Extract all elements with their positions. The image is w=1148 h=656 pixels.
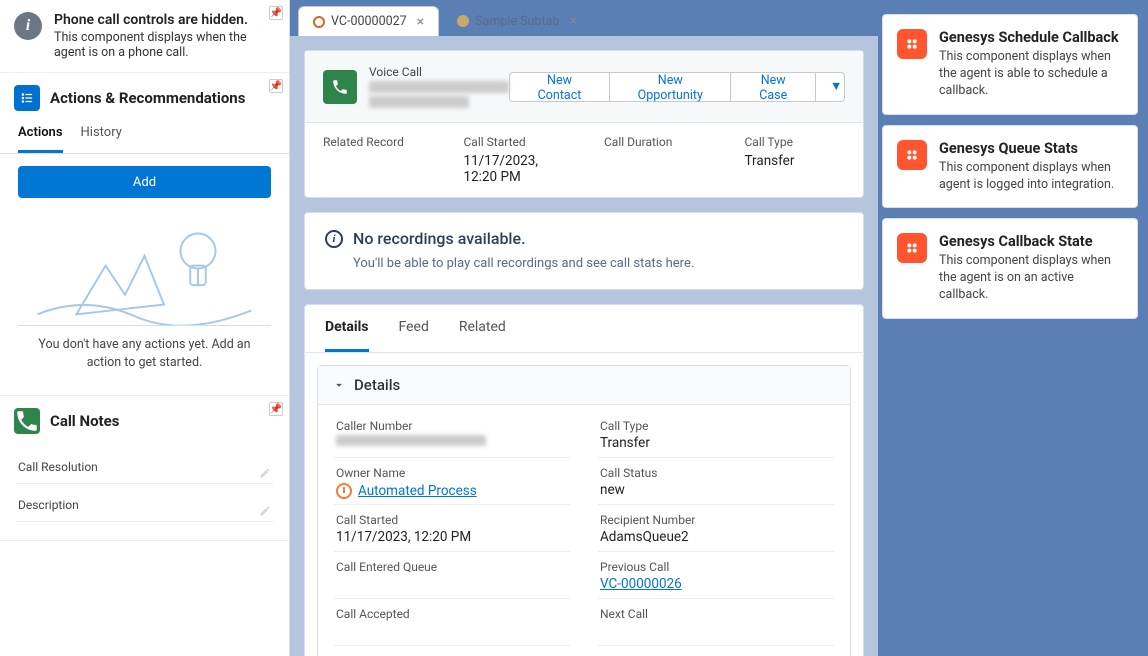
rcard-desc: This component displays when the agent i… (939, 49, 1123, 100)
tab-details[interactable]: Details (325, 305, 369, 352)
owner-name-link[interactable]: Automated Process (358, 483, 477, 499)
details-card: Details Feed Related Details Caller Numb… (304, 304, 864, 656)
new-opportunity-button[interactable]: New Opportunity (610, 72, 731, 102)
tab-actions[interactable]: Actions (18, 117, 63, 153)
pin-icon[interactable]: 📌 (269, 402, 283, 416)
left-sidebar: 📌 i Phone call controls are hidden. This… (0, 0, 290, 656)
genesys-icon (897, 233, 927, 263)
workspace-tabs: VC-00000027 × Sample Subtab × (290, 0, 878, 36)
more-actions-dropdown[interactable]: ▼ (816, 72, 845, 102)
f-call-type-k: Call Type (600, 419, 832, 433)
rcard-title: Genesys Queue Stats (939, 140, 1123, 157)
f-caller-number-k: Caller Number (336, 419, 568, 433)
call-notes-section: 📌 Call Notes Call Resolution Description (0, 396, 289, 541)
f-call-entered-q-v (336, 576, 568, 594)
details-section-title: Details (354, 376, 400, 394)
record-dot-icon (313, 16, 325, 28)
recordings-subtitle: You'll be able to play call recordings a… (353, 256, 843, 271)
f-previous-call-v[interactable]: VC-00000026 (600, 576, 832, 594)
phone-controls-banner: 📌 i Phone call controls are hidden. This… (0, 0, 289, 73)
hl-call-duration-k: Call Duration (604, 135, 705, 149)
sample-tab-icon (457, 15, 469, 27)
tab-vc-label: VC-00000027 (331, 14, 407, 29)
f-call-type-v: Transfer (600, 435, 832, 453)
f-previous-call-k: Previous Call (600, 560, 832, 574)
f-call-status-v: new (600, 482, 832, 500)
add-button[interactable]: Add (18, 166, 271, 198)
hl-call-type-k: Call Type (745, 135, 846, 149)
hl-related-record-k: Related Record (323, 135, 424, 149)
tab-related[interactable]: Related (459, 305, 506, 352)
empty-illustration (18, 216, 271, 326)
redacted-text (369, 96, 469, 108)
redacted-text (369, 81, 509, 93)
new-case-button[interactable]: New Case (731, 72, 816, 102)
f-call-status-k: Call Status (600, 466, 832, 480)
close-icon[interactable]: × (417, 14, 424, 30)
f-call-started-k: Call Started (336, 513, 568, 527)
rcard-title: Genesys Schedule Callback (939, 29, 1123, 46)
actions-recommendations: 📌 Actions & Recommendations Actions Hist… (0, 73, 289, 396)
f-next-call-v (600, 623, 832, 641)
tab-sample[interactable]: Sample Subtab × (443, 6, 591, 36)
genesys-schedule-callback-card: Genesys Schedule Callback This component … (882, 14, 1138, 115)
f-call-accepted-k: Call Accepted (336, 607, 568, 621)
tab-feed[interactable]: Feed (399, 305, 429, 352)
f-owner-name-v[interactable]: Automated Process (336, 482, 568, 500)
f-call-accepted-v (336, 623, 568, 641)
f-call-started-v: 11/17/2023, 12:20 PM (336, 529, 568, 547)
hl-call-started-k: Call Started (464, 135, 565, 149)
rcard-desc: This component displays when agent is lo… (939, 160, 1123, 194)
chevron-down-icon (332, 378, 346, 392)
call-resolution-label: Call Resolution (18, 460, 98, 474)
actions-icon (14, 85, 40, 111)
details-section-header[interactable]: Details (318, 366, 850, 405)
tab-vc[interactable]: VC-00000027 × (298, 6, 439, 36)
f-recipient-number-k: Recipient Number (600, 513, 832, 527)
right-sidebar: Genesys Schedule Callback This component … (878, 0, 1148, 656)
banner-title: Phone call controls are hidden. (54, 12, 275, 28)
genesys-queue-stats-card: Genesys Queue Stats This component displa… (882, 125, 1138, 209)
record-actions: New Contact New Opportunity New Case ▼ (509, 72, 845, 102)
edit-icon[interactable] (259, 505, 271, 517)
phone-icon (14, 408, 40, 434)
actions-title: Actions & Recommendations (50, 89, 245, 107)
new-contact-button[interactable]: New Contact (509, 72, 610, 102)
tab-sample-label: Sample Subtab (475, 14, 559, 29)
call-resolution-field[interactable]: Call Resolution (16, 446, 273, 484)
voice-call-card: Voice Call New Contact New Opportunity N… (304, 50, 864, 198)
f-next-call-k: Next Call (600, 607, 832, 621)
edit-icon[interactable] (259, 467, 271, 479)
info-icon: i (325, 230, 343, 248)
f-owner-name-k: Owner Name (336, 466, 568, 480)
description-field[interactable]: Description (16, 484, 273, 522)
main-area: VC-00000027 × Sample Subtab × Vo (290, 0, 878, 656)
recordings-card: i No recordings available. You'll be abl… (304, 212, 864, 290)
recordings-title: No recordings available. (353, 229, 526, 248)
voice-call-label: Voice Call (369, 65, 509, 79)
redacted-text (336, 435, 486, 446)
hl-call-started-v: 11/17/2023, 12:20 PM (464, 153, 565, 185)
info-icon: i (14, 12, 42, 40)
rcard-desc: This component displays when the agent i… (939, 253, 1123, 304)
pin-icon[interactable]: 📌 (269, 6, 283, 20)
empty-message: You don't have any actions yet. Add an a… (0, 336, 289, 387)
close-icon[interactable]: × (569, 13, 576, 29)
rcard-title: Genesys Callback State (939, 233, 1123, 250)
tab-history[interactable]: History (81, 117, 122, 153)
genesys-icon (897, 140, 927, 170)
banner-subtitle: This component displays when the agent i… (54, 30, 275, 60)
genesys-icon (897, 29, 927, 59)
automated-process-icon (336, 483, 352, 499)
genesys-callback-state-card: Genesys Callback State This component dis… (882, 218, 1138, 319)
f-call-entered-q-k: Call Entered Queue (336, 560, 568, 574)
description-label: Description (18, 498, 79, 512)
hl-call-type-v: Transfer (745, 153, 846, 169)
voice-call-icon (323, 70, 357, 104)
f-recipient-number-v: AdamsQueue2 (600, 529, 832, 547)
call-notes-title: Call Notes (50, 412, 119, 430)
pin-icon[interactable]: 📌 (269, 79, 283, 93)
